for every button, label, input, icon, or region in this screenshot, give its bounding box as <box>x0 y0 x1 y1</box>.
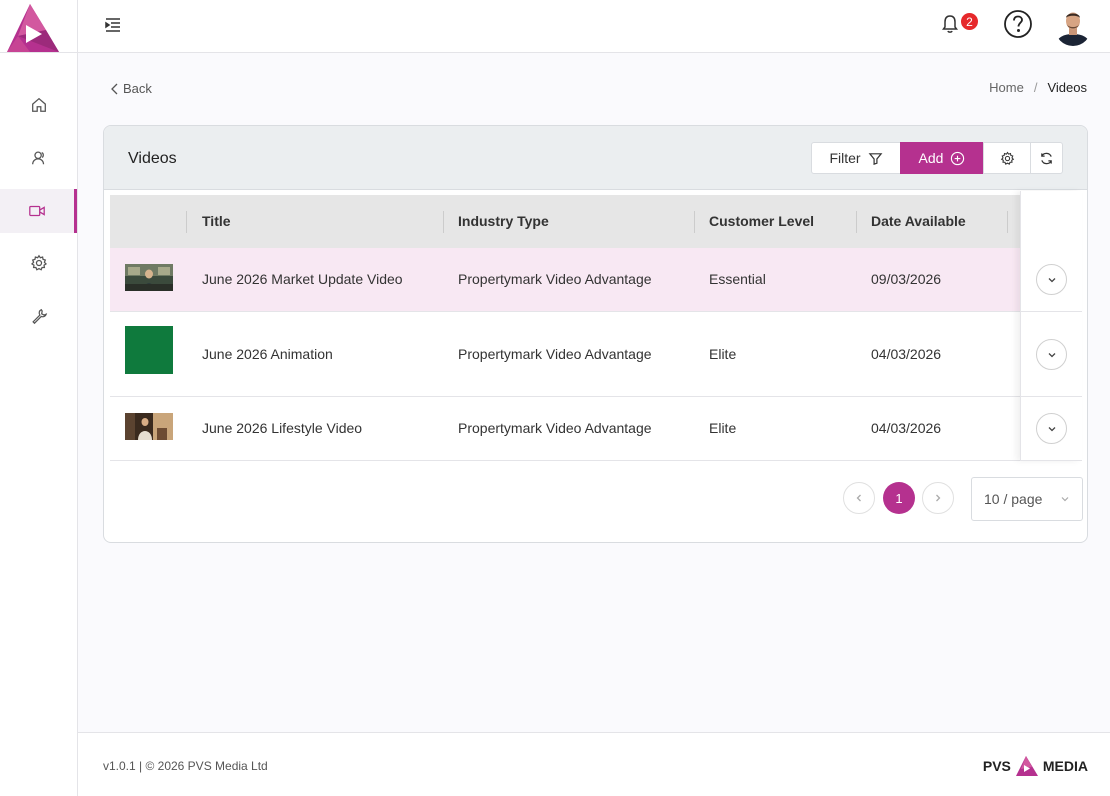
breadcrumb-home[interactable]: Home <box>989 80 1024 95</box>
refresh-button[interactable] <box>1030 142 1063 174</box>
back-label: Back <box>123 81 152 96</box>
chevron-left-icon <box>856 494 861 502</box>
table-settings-button[interactable] <box>983 142 1031 174</box>
help-icon[interactable] <box>1003 9 1033 39</box>
notifications-bell-icon[interactable] <box>940 13 960 35</box>
row-title: June 2026 Animation <box>202 346 333 362</box>
add-label: Add <box>918 150 944 166</box>
row-level: Elite <box>709 420 737 436</box>
brand-text-left: PVS <box>982 758 1011 774</box>
column-header-level[interactable]: Customer Level <box>709 213 814 229</box>
table-row[interactable]: June 2026 Market Update Video Propertyma… <box>110 248 1082 312</box>
users-icon <box>31 151 44 165</box>
sidebar-item-tools[interactable] <box>0 294 77 338</box>
breadcrumb-separator: / <box>1033 80 1038 95</box>
table-row[interactable]: June 2026 Animation Propertymark Video A… <box>110 312 1082 397</box>
sidebar-item-home[interactable] <box>0 83 77 127</box>
card-header: Videos Filter Add <box>104 126 1087 190</box>
footer-brand-logo: PVS MEDIA <box>983 755 1088 777</box>
card-toolbar: Filter Add <box>811 142 1063 174</box>
next-page-button[interactable] <box>922 482 954 514</box>
video-thumbnail <box>125 264 173 291</box>
row-title: June 2026 Lifestyle Video <box>202 420 363 436</box>
page-number-current[interactable]: 1 <box>883 482 915 514</box>
column-divider <box>443 211 444 233</box>
column-divider <box>694 211 695 233</box>
column-divider <box>856 211 857 233</box>
top-header: 2 <box>78 0 1110 53</box>
column-header-industry[interactable]: Industry Type <box>458 213 549 229</box>
sidebar-item-videos[interactable] <box>0 189 77 233</box>
column-header-date[interactable]: Date Available <box>871 213 966 229</box>
sidebar-item-users[interactable] <box>0 136 77 180</box>
menu-toggle-icon[interactable] <box>103 15 123 35</box>
row-date: 09/03/2026 <box>871 271 942 287</box>
row-industry: Propertymark Video Advantage <box>458 346 652 362</box>
wrench-icon <box>31 308 47 325</box>
notification-count-badge: 2 <box>959 11 980 32</box>
breadcrumb-current: Videos <box>1047 80 1087 95</box>
column-divider <box>1007 211 1008 233</box>
home-icon <box>31 97 46 112</box>
gear-icon <box>1000 151 1014 165</box>
card-title: Videos <box>128 150 177 167</box>
row-industry: Propertymark Video Advantage <box>458 420 652 436</box>
video-thumbnail <box>125 413 173 440</box>
filter-label: Filter <box>829 150 861 166</box>
videos-card: Videos Filter Add Title Industry Type Cu… <box>103 125 1088 543</box>
row-title: June 2026 Market Update Video <box>202 271 403 287</box>
app-logo[interactable] <box>6 3 60 53</box>
table-row[interactable]: June 2026 Lifestyle Video Propertymark V… <box>110 397 1082 461</box>
back-link[interactable]: Back <box>110 81 152 96</box>
sidebar-divider <box>0 52 78 53</box>
brand-text-right: MEDIA <box>1042 758 1088 774</box>
row-level: Elite <box>709 346 737 362</box>
refresh-icon <box>1041 152 1052 164</box>
video-thumbnail <box>125 326 173 374</box>
page-size-select[interactable]: 10 / page <box>971 477 1083 521</box>
filter-icon <box>868 152 882 165</box>
footer: v1.0.1 | © 2026 PVS Media Ltd PVS MEDIA <box>78 732 1110 796</box>
page-size-value: 10 / page <box>984 491 1043 507</box>
row-industry: Propertymark Video Advantage <box>458 271 652 287</box>
prev-page-button[interactable] <box>843 482 875 514</box>
video-icon <box>29 205 45 217</box>
plus-circle-icon <box>951 151 965 165</box>
table-header: Title Industry Type Customer Level Date … <box>110 195 1020 248</box>
settings-icon <box>30 254 47 271</box>
row-date: 04/03/2026 <box>871 420 942 436</box>
fixed-action-column <box>1020 191 1082 461</box>
sidebar <box>0 0 78 796</box>
brand-mark-icon <box>1015 756 1038 776</box>
chevron-left-icon <box>111 83 118 94</box>
column-divider <box>186 211 187 233</box>
version-text: v1.0.1 | © 2026 PVS Media Ltd <box>103 759 268 773</box>
column-header-title[interactable]: Title <box>202 213 231 229</box>
breadcrumb: Home / Videos <box>989 80 1087 95</box>
user-avatar[interactable] <box>1055 6 1091 46</box>
add-button[interactable]: Add <box>900 142 984 174</box>
sidebar-item-settings[interactable] <box>0 241 77 285</box>
chevron-right-icon <box>936 494 941 502</box>
row-level: Essential <box>709 271 766 287</box>
row-date: 04/03/2026 <box>871 346 942 362</box>
chevron-down-icon <box>1061 497 1069 502</box>
filter-button[interactable]: Filter <box>811 142 901 174</box>
